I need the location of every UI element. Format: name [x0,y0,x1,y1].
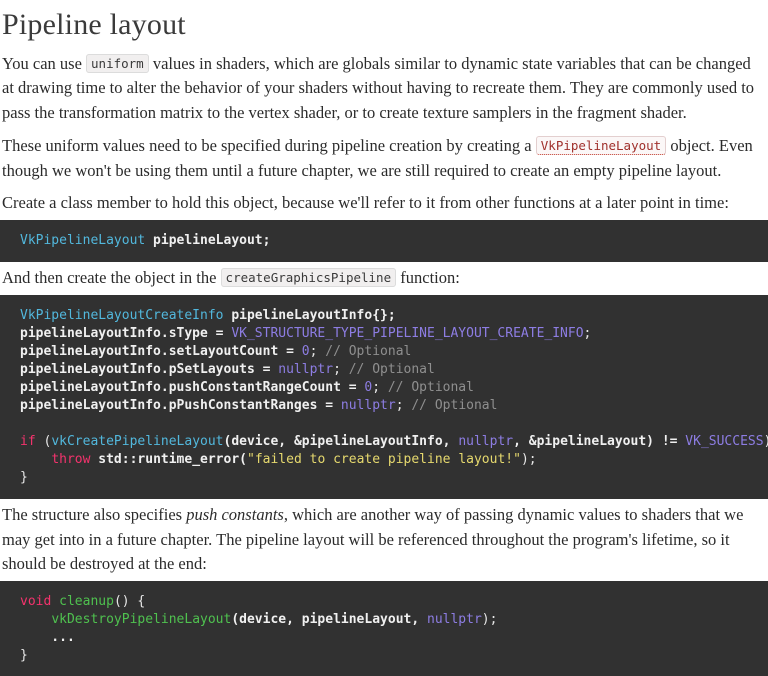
code-token-identifier: std::runtime_error( [90,451,247,467]
code-block-cleanup: void cleanup() { vkDestroyPipelineLayout… [0,581,768,676]
paragraph-text-segment: You can use [2,53,87,73]
code-token-constant: VK_STRUCTURE_TYPE_PIPELINE_LAYOUT_CREATE… [231,325,584,341]
code-token-identifier: pipelineLayoutInfo.pushConstantRangeCoun… [20,379,365,395]
code-line: pipelineLayoutInfo.pPushConstantRanges =… [20,397,768,415]
code-token-punctuation: () { [113,594,146,609]
paragraph-text-segment: These uniform values need to be specifie… [2,135,536,155]
code-token-indent [20,612,51,627]
code-token-punctuation: } [20,469,28,485]
code-line: VkPipelineLayoutCreateInfo pipelineLayou… [20,307,768,325]
code-token-string: "failed to create pipeline layout!" [247,451,521,467]
code-token-keyword: if [20,433,36,449]
document-page: Pipeline layout You can use uniform valu… [0,0,768,676]
code-token-punctuation: } [20,648,28,663]
code-token-identifier: pipelineLayoutInfo.pPushConstantRanges = [20,397,341,413]
paragraph-text-segment: And then create the object in the [2,268,221,287]
code-token-identifier: pipelineLayoutInfo.setLayoutCount = [20,343,302,359]
inline-code-vkpipelinelayout[interactable]: VkPipelineLayout [535,135,667,155]
code-token-function: cleanup [51,594,114,609]
paragraph-class-member: Create a class member to hold this objec… [2,193,729,213]
paragraph-create-object: And then create the object in the create… [0,262,768,295]
code-line: void cleanup() { [20,593,768,611]
code-token-indent [20,452,51,467]
inline-code-uniform[interactable]: uniform [86,53,149,73]
code-token-identifier: pipelineLayoutInfo.pSetLayouts = [20,361,279,377]
code-token-nullptr: nullptr [278,361,334,377]
code-line: ... [20,629,768,647]
code-line: VkPipelineLayout pipelineLayout; [20,232,768,250]
code-line: pipelineLayoutInfo.pSetLayouts = nullptr… [20,361,768,379]
code-token-punctuation: ; [372,379,388,395]
code-token-arguments: , &pipelineLayout) != [513,433,686,449]
code-token-punctuation: ) { [764,434,768,449]
code-block-pipeline-layout-member: VkPipelineLayout pipelineLayout; [0,220,768,262]
code-line: vkDestroyPipelineLayout(device, pipeline… [20,611,768,629]
code-token-identifier: pipelineLayout; [145,233,271,248]
paragraph-text-segment: function: [396,268,460,287]
code-token-arguments: (device, &pipelineLayoutInfo, [223,433,459,449]
code-token-identifier: pipelineLayoutInfo.sType = [20,325,232,341]
code-line: if (vkCreatePipelineLayout(device, &pipe… [20,433,768,451]
code-token-nullptr: nullptr [427,612,482,627]
inline-code-creategraphicspipeline[interactable]: createGraphicsPipeline [220,268,397,287]
code-line: pipelineLayoutInfo.sType = VK_STRUCTURE_… [20,325,768,343]
code-token-nullptr: nullptr [458,433,514,449]
code-token-type: VkPipelineLayout [20,233,146,248]
code-token-identifier: pipelineLayoutInfo{}; [223,307,396,323]
paragraph-uniform-intro: You can use uniform values in shaders, w… [0,48,768,130]
code-token-punctuation: ; [583,325,592,341]
paragraph-push-constants: The structure also specifies push consta… [0,499,768,581]
code-token-arguments: (device, pipelineLayout, [231,612,427,627]
emphasis-push-constants: push constants [186,504,284,524]
code-token-function: vkDestroyPipelineLayout [51,612,232,627]
code-line: pipelineLayoutInfo.setLayoutCount = 0; /… [20,343,768,361]
page-title: Pipeline layout [2,8,186,41]
code-token-comment: // Optional [348,361,435,377]
code-line: } [20,469,768,487]
code-token-keyword: void [20,594,52,609]
code-token-comment: // Optional [411,397,498,413]
paragraph-pipeline-layout-object: These uniform values need to be specifie… [0,130,768,188]
code-token-punctuation: ; [333,361,349,377]
paragraph-text-segment: The structure also specifies [2,504,187,524]
code-token-constant: VK_SUCCESS [685,433,764,449]
code-token-nullptr: nullptr [340,397,396,413]
code-token-type: VkPipelineLayoutCreateInfo [20,307,224,323]
code-token-punctuation: ); [481,612,498,627]
code-token-punctuation: ( [35,433,52,449]
code-token-comment: // Optional [387,379,474,395]
code-token-punctuation: ; [309,343,326,359]
code-line: } [20,647,768,665]
code-token-ellipsis: ... [20,630,75,645]
code-line: pipelineLayoutInfo.pushConstantRangeCoun… [20,379,768,397]
code-token-function: vkCreatePipelineLayout [51,433,224,449]
code-token-punctuation: ); [520,451,537,467]
code-line: throw std::runtime_error("failed to crea… [20,451,768,469]
code-token-number: 0 [301,343,310,359]
code-token-keyword: throw [51,451,91,467]
code-token-punctuation: ; [395,397,412,413]
code-block-create-pipeline-layout: VkPipelineLayoutCreateInfo pipelineLayou… [0,294,768,499]
code-token-comment: // Optional [325,343,412,359]
